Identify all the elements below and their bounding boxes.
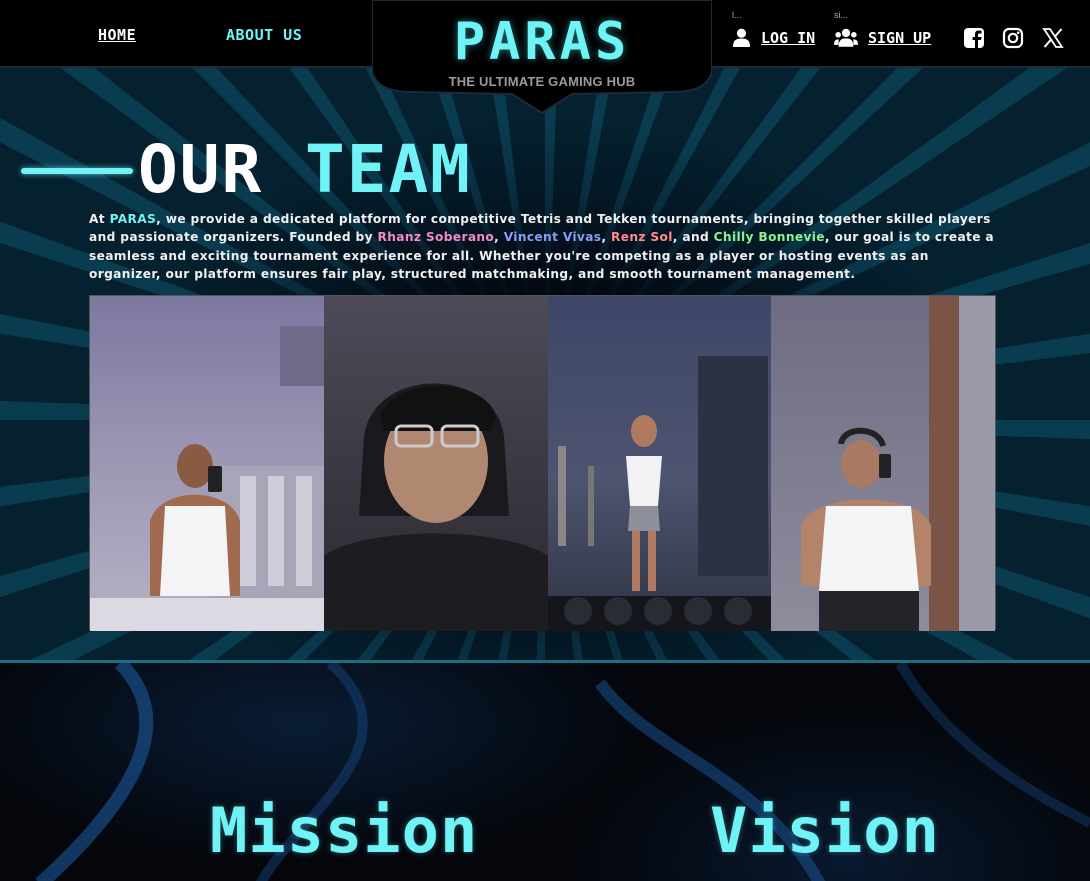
team-heading-word-1: OUR (138, 131, 264, 208)
logo[interactable]: PARAS THE ULTIMATE GAMING HUB (372, 0, 712, 115)
x-icon[interactable] (1042, 27, 1064, 49)
intro-text: At (89, 212, 110, 226)
founder-name: Renz Sol (611, 230, 673, 245)
team-photo (771, 296, 995, 631)
user-icon (732, 28, 751, 47)
login-label: LOG IN (761, 28, 816, 47)
facebook-square-icon[interactable] (963, 27, 985, 49)
users-icon (834, 28, 858, 47)
separator: , and (672, 230, 714, 245)
separator: , (494, 230, 504, 245)
instagram-icon[interactable] (1002, 27, 1024, 49)
login-button[interactable]: LOG IN (732, 28, 815, 47)
login-small-label: l... (732, 10, 742, 20)
vision-heading: Vision (710, 794, 940, 867)
nav-about-link[interactable]: ABOUT US (226, 26, 302, 44)
team-photo (547, 296, 772, 631)
team-photo (324, 296, 548, 631)
signup-label: SIGN UP (868, 28, 932, 47)
team-photo-strip (89, 295, 996, 631)
heading-accent-line (21, 168, 133, 174)
team-description: At PARAS, we provide a dedicated platfor… (89, 210, 999, 283)
founder-name: Chilly Bonnevie (713, 230, 825, 245)
team-photo (90, 296, 325, 631)
mission-heading: Mission (210, 794, 479, 867)
logo-subtitle: THE ULTIMATE GAMING HUB (448, 74, 636, 89)
team-heading-word-2: TEAM (304, 131, 472, 208)
signup-small-label: si... (834, 10, 849, 20)
nav-home-link[interactable]: HOME (98, 26, 136, 44)
logo-title: PARAS (453, 12, 631, 72)
brand-name: PARAS (109, 212, 157, 226)
team-heading: OUR TEAM (138, 132, 472, 208)
founder-name: Rhanz Soberano (377, 230, 495, 245)
separator: , (601, 230, 611, 245)
signup-button[interactable]: SIGN UP (834, 28, 931, 47)
founder-name: Vincent Vivas (503, 230, 602, 245)
